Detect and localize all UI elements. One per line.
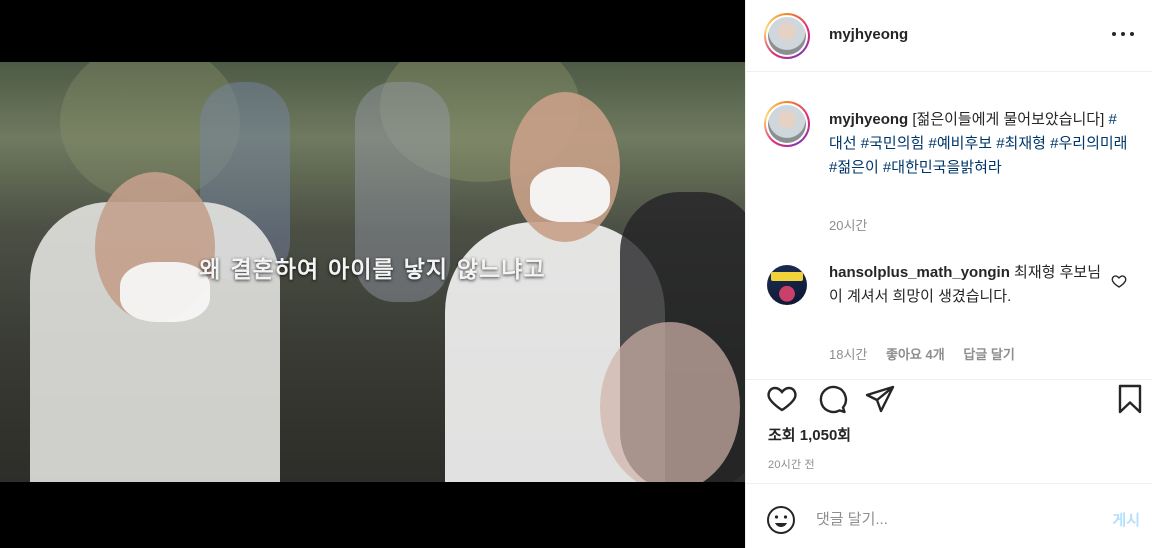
view-count[interactable]: 조회 1,050회 [768,424,851,445]
comment-meta: 18시간 좋아요 4개 답글 달기 [829,344,1030,363]
more-icon[interactable] [1112,30,1134,38]
video-player[interactable]: 왜 결혼하여 아이를 낳지 않느냐고 [0,0,745,548]
caption-username[interactable]: myjhyeong [829,111,908,128]
comment-item: hansolplus_math_yongin 최재형 후보님이 계셔서 희망이 … [829,261,1109,309]
paper-plane-icon[interactable] [864,383,896,415]
post-side-panel: myjhyeong myjhyeong [젊은이들에게 물어보았습니다] #대선… [745,0,1152,548]
post-actions: 조회 1,050회 20시간 전 [746,380,1152,484]
comment-input[interactable] [816,507,1096,531]
caption-timestamp: 20시간 [829,218,868,233]
post-caption: myjhyeong [젊은이들에게 물어보았습니다] #대선 #국민의힘 #예비… [829,108,1129,180]
post-timestamp[interactable]: 20시간 전 [768,456,815,472]
hashtag-link[interactable]: #예비후보 [929,135,993,152]
scene-shape [530,167,610,222]
comment-likes-count[interactable]: 좋아요 4개 [886,347,945,362]
caption-avatar[interactable] [764,101,810,147]
hashtag-link[interactable]: #국민의힘 [861,135,925,152]
hashtag-link[interactable]: #대한민국을밝혀라 [883,159,1002,176]
hashtag-link[interactable]: #우리의미래 [1050,135,1127,152]
comment-like-heart-icon[interactable] [1111,273,1127,289]
post-header: myjhyeong [746,0,1152,72]
comment-timestamp: 18시간 [829,347,868,362]
add-comment-bar: 게시 [746,491,1152,548]
post-comment-button[interactable]: 게시 [1112,509,1140,530]
commenter-avatar[interactable] [767,265,807,305]
caption-text: [젊은이들에게 물어보았습니다] [912,111,1105,128]
hashtag-link[interactable]: #젊은이 [829,159,879,176]
reply-button[interactable]: 답글 달기 [963,347,1014,362]
author-avatar[interactable] [764,13,810,59]
hashtag-link[interactable]: #최재형 [996,135,1046,152]
video-subtitle: 왜 결혼하여 아이를 낳지 않느냐고 [199,257,546,283]
heart-icon[interactable] [766,383,798,415]
author-username[interactable]: myjhyeong [829,26,908,43]
scene-shape [600,322,740,482]
emoji-icon[interactable] [766,505,796,535]
comment-username[interactable]: hansolplus_math_yongin [829,264,1010,281]
comments-section[interactable]: myjhyeong [젊은이들에게 물어보았습니다] #대선 #국민의힘 #예비… [746,73,1152,380]
comment-bubble-icon[interactable] [816,383,848,415]
bookmark-icon[interactable] [1114,383,1146,415]
